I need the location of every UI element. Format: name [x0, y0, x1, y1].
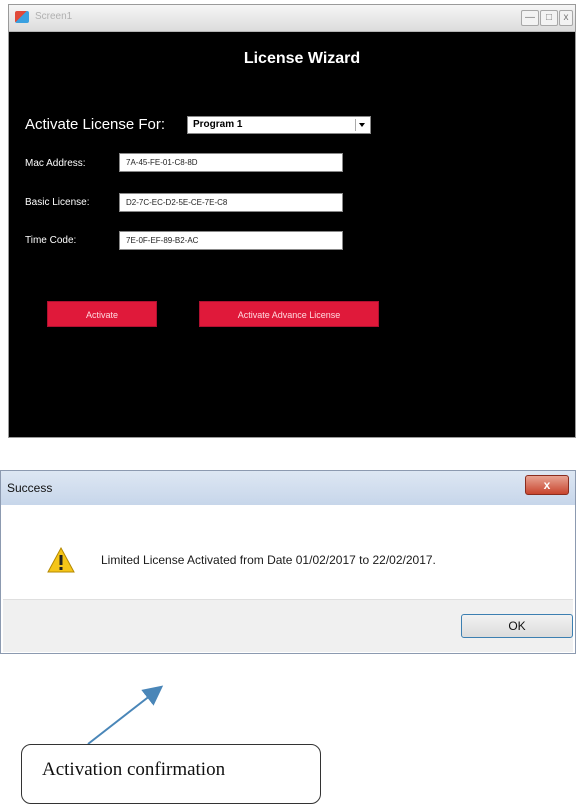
basic-license-label: Basic License:	[25, 197, 90, 208]
wizard-heading: License Wizard	[243, 50, 361, 67]
wizard-titlebar: Screen1 — □ x	[9, 5, 575, 32]
success-dialog: Success x Limited License Activated from…	[0, 470, 576, 654]
activate-advance-license-button[interactable]: Activate Advance License	[199, 301, 379, 327]
minimize-button[interactable]: —	[521, 10, 539, 26]
chevron-down-icon[interactable]	[355, 119, 368, 131]
ok-button[interactable]: OK	[461, 614, 573, 638]
mac-address-label: Mac Address:	[25, 158, 86, 169]
warning-icon	[47, 547, 75, 573]
activate-button[interactable]: Activate	[47, 301, 157, 327]
time-code-field[interactable]: 7E-0F-EF-89-B2-AC	[119, 231, 343, 250]
mac-address-field[interactable]: 7A-45-FE-01-C8-8D	[119, 153, 343, 172]
dialog-body: Limited License Activated from Date 01/0…	[3, 505, 573, 599]
dialog-titlebar: Success x	[1, 471, 575, 505]
app-icon	[15, 11, 29, 23]
maximize-button[interactable]: □	[540, 10, 558, 26]
annotation-callout: Activation confirmation	[21, 744, 321, 804]
dialog-message: Limited License Activated from Date 01/0…	[101, 553, 436, 567]
dialog-close-button[interactable]: x	[525, 475, 569, 495]
program-select-value: Program 1	[193, 119, 243, 130]
wizard-window-title: Screen1	[35, 11, 73, 22]
activate-for-label: Activate License For:	[25, 116, 166, 133]
dialog-title: Success	[7, 481, 53, 495]
time-code-label: Time Code:	[25, 235, 77, 246]
license-wizard-window: Screen1 — □ x License Wizard Activate Li…	[8, 4, 576, 438]
basic-license-field[interactable]: D2-7C-EC-D2-5E-CE-7E-C8	[119, 193, 343, 212]
dialog-footer: OK	[3, 599, 573, 652]
close-button[interactable]: x	[559, 10, 573, 26]
program-select[interactable]: Program 1	[187, 116, 371, 134]
